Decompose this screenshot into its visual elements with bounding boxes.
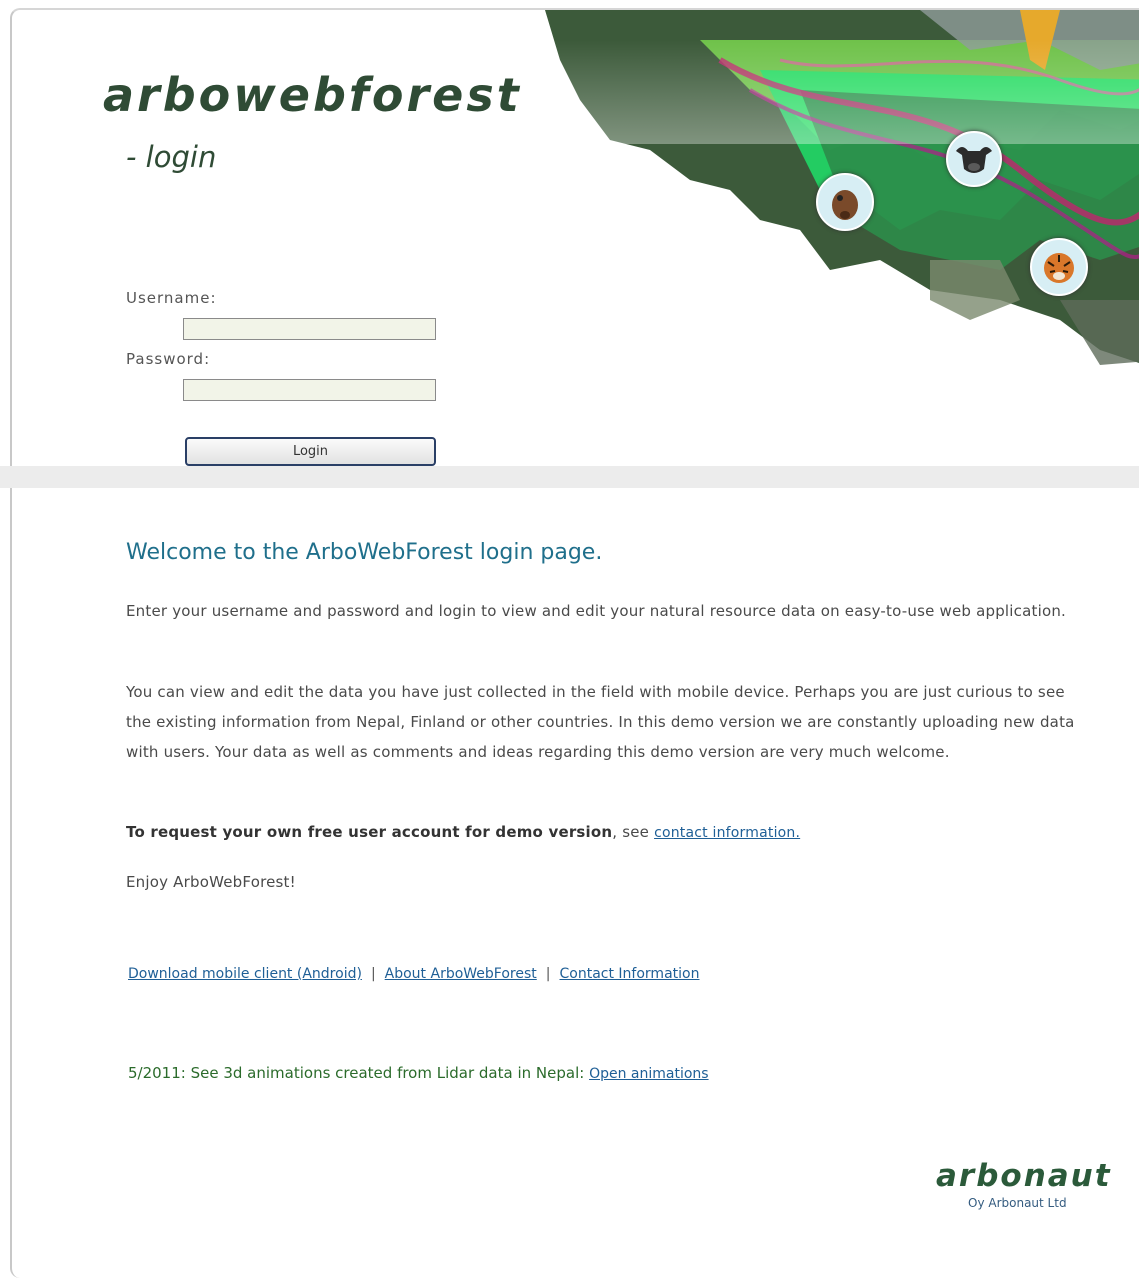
divider-band <box>0 466 1139 488</box>
username-label: Username: <box>126 289 217 307</box>
info-paragraph: You can view and edit the data you have … <box>126 683 1075 761</box>
news-item: 5/2011: See 3d animations created from L… <box>128 1064 709 1082</box>
username-input[interactable] <box>183 318 436 340</box>
password-label: Password: <box>126 350 211 368</box>
tiger-icon <box>1030 238 1088 296</box>
news-text: 5/2011: See 3d animations created from L… <box>128 1064 590 1082</box>
link-separator: | <box>370 966 376 982</box>
page-subtitle: - login <box>126 140 217 174</box>
company-legal-name: Oy Arbonaut Ltd <box>968 1196 1067 1210</box>
open-animations-link[interactable]: Open animations <box>589 1066 709 1082</box>
login-button[interactable]: Login <box>185 437 436 466</box>
contact-information-link[interactable]: contact information. <box>654 825 800 841</box>
company-logo: arbonaut <box>936 1158 1112 1194</box>
about-link[interactable]: About ArboWebForest <box>385 966 537 982</box>
deer-icon <box>816 173 874 231</box>
request-account-bold: To request your own free user account fo… <box>126 823 613 841</box>
intro-paragraph: Enter your username and password and log… <box>126 602 1066 620</box>
site-logo: arbowebforest <box>103 68 522 122</box>
footer-links: Download mobile client (Android) | About A… <box>128 966 699 982</box>
download-mobile-client-link[interactable]: Download mobile client (Android) <box>128 966 362 982</box>
enjoy-text: Enjoy ArboWebForest! <box>126 873 296 891</box>
welcome-heading: Welcome to the ArboWebForest login page. <box>126 540 603 565</box>
password-input[interactable] <box>183 379 436 401</box>
link-separator: | <box>545 966 551 982</box>
request-account-text: , see <box>612 823 655 841</box>
bull-icon <box>946 131 1002 187</box>
request-account-paragraph: To request your own free user account fo… <box>126 817 1076 848</box>
contact-link[interactable]: Contact Information <box>560 966 700 982</box>
